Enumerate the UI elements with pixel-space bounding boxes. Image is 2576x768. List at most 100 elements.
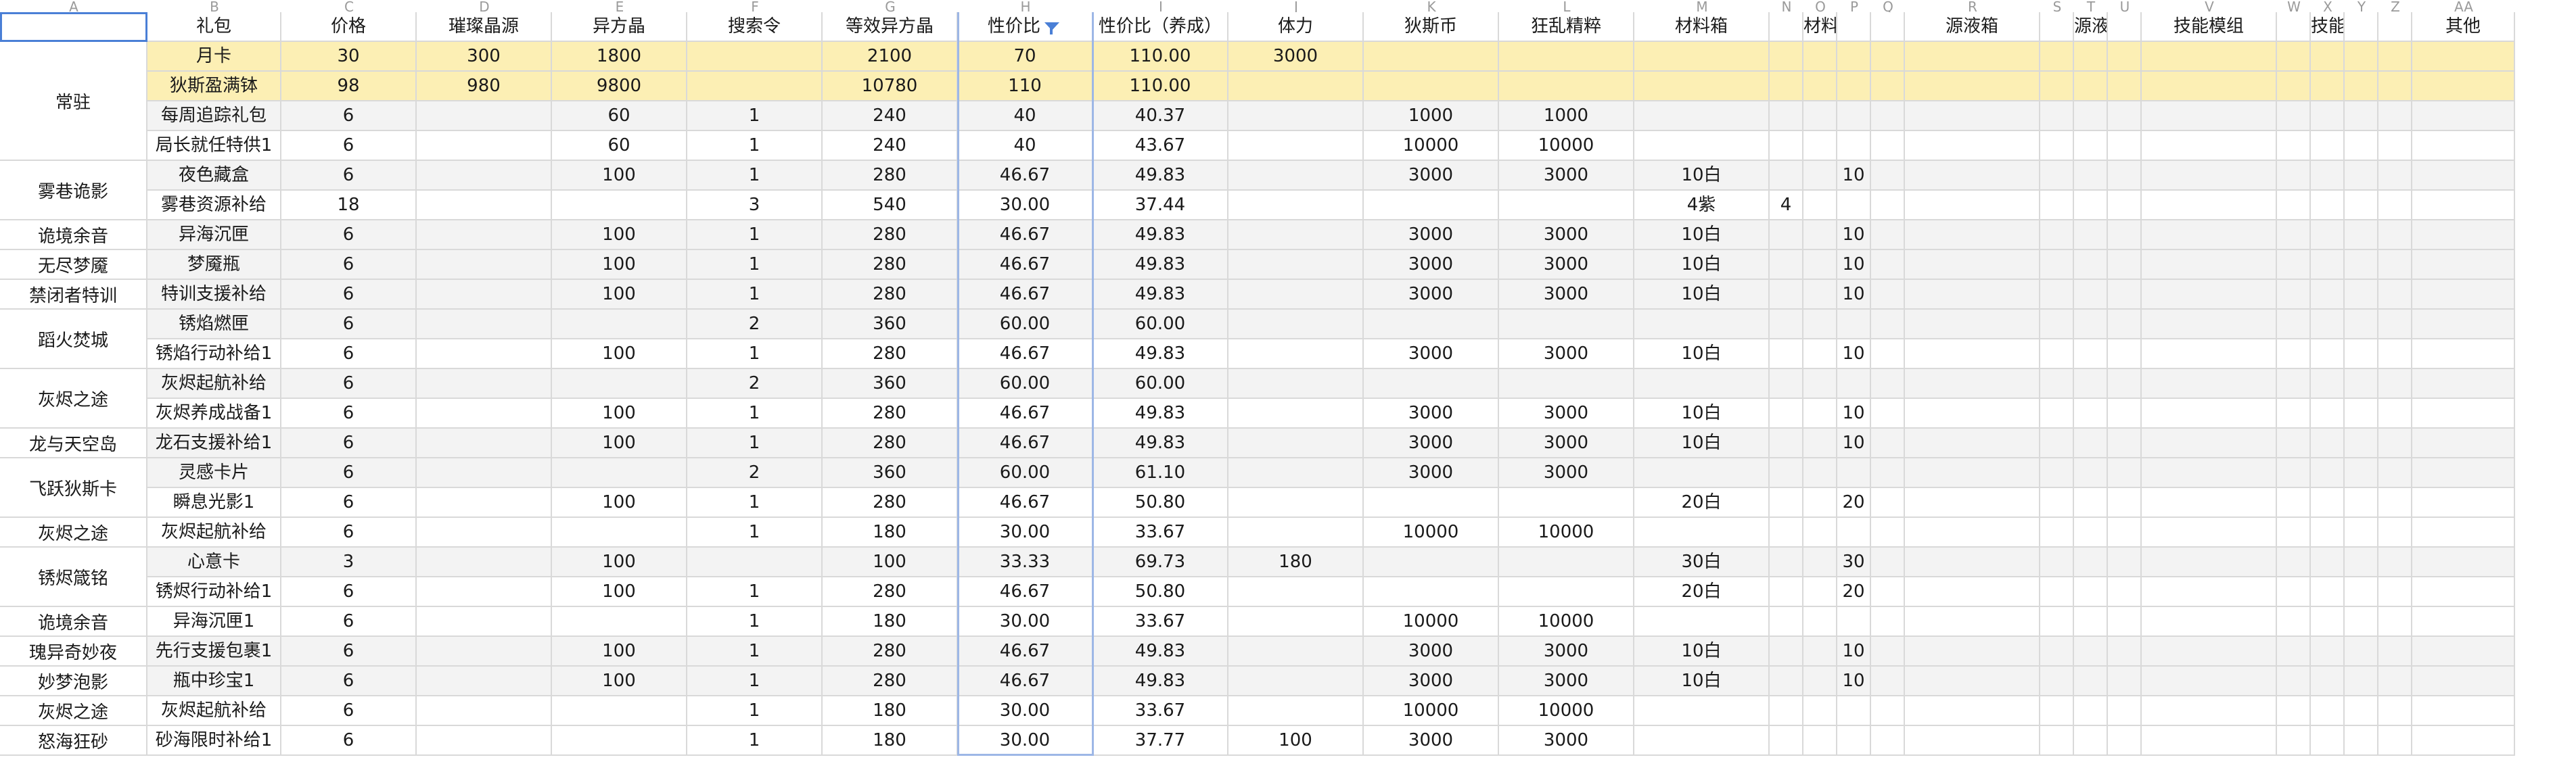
table-cell[interactable]: 10 bbox=[1837, 637, 1871, 667]
table-cell[interactable] bbox=[2412, 399, 2515, 429]
event-group-cell[interactable]: 龙与天空岛 bbox=[0, 429, 147, 458]
table-cell[interactable] bbox=[2040, 458, 2074, 488]
table-cell[interactable]: 240 bbox=[823, 101, 958, 131]
header-cell[interactable] bbox=[2345, 12, 2378, 42]
table-cell[interactable]: 6 bbox=[281, 726, 417, 756]
table-cell[interactable]: 46.67 bbox=[958, 161, 1093, 191]
table-cell[interactable] bbox=[1871, 637, 1905, 667]
table-cell[interactable] bbox=[1871, 220, 1905, 250]
table-cell[interactable] bbox=[2412, 577, 2515, 607]
table-cell[interactable] bbox=[2040, 488, 2074, 518]
table-cell[interactable]: 46.67 bbox=[958, 250, 1093, 280]
table-cell[interactable] bbox=[2074, 399, 2108, 429]
table-cell[interactable] bbox=[2074, 726, 2108, 756]
table-cell[interactable]: 49.83 bbox=[1093, 429, 1228, 458]
header-cell[interactable]: 技能模组 bbox=[2311, 12, 2345, 42]
table-cell[interactable]: 6 bbox=[281, 250, 417, 280]
table-cell[interactable] bbox=[1364, 548, 1499, 577]
table-cell[interactable] bbox=[2108, 339, 2142, 369]
table-cell[interactable]: 280 bbox=[823, 220, 958, 250]
table-cell[interactable]: 3000 bbox=[1364, 637, 1499, 667]
table-cell[interactable] bbox=[2311, 161, 2345, 191]
table-cell[interactable]: 10000 bbox=[1364, 131, 1499, 161]
table-cell[interactable] bbox=[2412, 131, 2515, 161]
table-cell[interactable] bbox=[2277, 577, 2311, 607]
table-cell[interactable]: 6 bbox=[281, 310, 417, 339]
table-cell[interactable] bbox=[2040, 220, 2074, 250]
table-cell[interactable] bbox=[2108, 577, 2142, 607]
table-cell[interactable]: 1000 bbox=[1499, 101, 1634, 131]
table-cell[interactable] bbox=[2108, 726, 2142, 756]
table-cell[interactable] bbox=[1634, 101, 1770, 131]
table-cell[interactable] bbox=[2412, 696, 2515, 726]
table-cell[interactable] bbox=[2311, 607, 2345, 637]
table-cell[interactable]: 60 bbox=[552, 101, 687, 131]
table-cell[interactable] bbox=[1905, 607, 2040, 637]
table-cell[interactable]: 1 bbox=[687, 667, 823, 696]
table-cell[interactable] bbox=[417, 548, 552, 577]
table-cell[interactable] bbox=[2040, 161, 2074, 191]
table-cell[interactable] bbox=[2345, 250, 2378, 280]
pack-name-cell[interactable]: 锈烬行动补给1 bbox=[147, 577, 281, 607]
table-cell[interactable]: 50.80 bbox=[1093, 488, 1228, 518]
table-cell[interactable] bbox=[2108, 369, 2142, 399]
column-letter-V[interactable]: V bbox=[2142, 0, 2277, 12]
table-cell[interactable] bbox=[1803, 339, 1837, 369]
table-cell[interactable] bbox=[1770, 399, 1803, 429]
table-cell[interactable] bbox=[2142, 607, 2277, 637]
table-cell[interactable] bbox=[1364, 488, 1499, 518]
table-cell[interactable] bbox=[1837, 101, 1871, 131]
table-cell[interactable] bbox=[1803, 310, 1837, 339]
table-cell[interactable] bbox=[2345, 131, 2378, 161]
table-cell[interactable] bbox=[1871, 518, 1905, 548]
table-cell[interactable] bbox=[1634, 696, 1770, 726]
table-cell[interactable]: 70 bbox=[958, 42, 1093, 72]
table-cell[interactable] bbox=[2378, 399, 2412, 429]
table-cell[interactable]: 3000 bbox=[1499, 726, 1634, 756]
table-cell[interactable]: 46.67 bbox=[958, 339, 1093, 369]
table-cell[interactable] bbox=[1837, 42, 1871, 72]
table-cell[interactable] bbox=[2040, 429, 2074, 458]
pack-name-cell[interactable]: 灰烬起航补给 bbox=[147, 518, 281, 548]
table-cell[interactable]: 43.67 bbox=[1093, 131, 1228, 161]
table-cell[interactable]: 30.00 bbox=[958, 696, 1093, 726]
table-cell[interactable] bbox=[552, 518, 687, 548]
table-cell[interactable]: 10000 bbox=[1364, 696, 1499, 726]
table-cell[interactable]: 6 bbox=[281, 458, 417, 488]
table-cell[interactable] bbox=[2074, 458, 2108, 488]
table-cell[interactable]: 1 bbox=[687, 577, 823, 607]
table-cell[interactable] bbox=[2345, 637, 2378, 667]
table-cell[interactable]: 40.37 bbox=[1093, 101, 1228, 131]
table-cell[interactable] bbox=[2142, 161, 2277, 191]
table-cell[interactable] bbox=[2277, 637, 2311, 667]
table-cell[interactable] bbox=[1499, 577, 1634, 607]
table-cell[interactable] bbox=[1770, 667, 1803, 696]
table-cell[interactable] bbox=[2277, 161, 2311, 191]
column-letter-H[interactable]: H bbox=[958, 0, 1093, 12]
table-cell[interactable]: 110.00 bbox=[1093, 42, 1228, 72]
table-cell[interactable]: 100 bbox=[552, 548, 687, 577]
table-cell[interactable] bbox=[2345, 429, 2378, 458]
table-cell[interactable] bbox=[1905, 310, 2040, 339]
table-cell[interactable] bbox=[1871, 161, 1905, 191]
table-cell[interactable] bbox=[2074, 429, 2108, 458]
table-cell[interactable]: 3000 bbox=[1364, 280, 1499, 310]
table-cell[interactable]: 1 bbox=[687, 339, 823, 369]
table-cell[interactable] bbox=[2277, 488, 2311, 518]
header-cell[interactable]: 源液箱 bbox=[1905, 12, 2040, 42]
table-cell[interactable] bbox=[2142, 488, 2277, 518]
table-cell[interactable]: 1 bbox=[687, 101, 823, 131]
table-cell[interactable] bbox=[2345, 369, 2378, 399]
column-letter-K[interactable]: K bbox=[1364, 0, 1499, 12]
table-cell[interactable] bbox=[2040, 72, 2074, 101]
table-cell[interactable] bbox=[1905, 696, 2040, 726]
table-cell[interactable]: 20白 bbox=[1634, 577, 1770, 607]
table-cell[interactable]: 110.00 bbox=[1093, 72, 1228, 101]
table-cell[interactable]: 10白 bbox=[1634, 637, 1770, 667]
table-cell[interactable] bbox=[2378, 220, 2412, 250]
table-cell[interactable]: 100 bbox=[552, 429, 687, 458]
table-cell[interactable] bbox=[2142, 101, 2277, 131]
table-cell[interactable] bbox=[2412, 72, 2515, 101]
table-cell[interactable] bbox=[1634, 518, 1770, 548]
table-cell[interactable] bbox=[1871, 280, 1905, 310]
